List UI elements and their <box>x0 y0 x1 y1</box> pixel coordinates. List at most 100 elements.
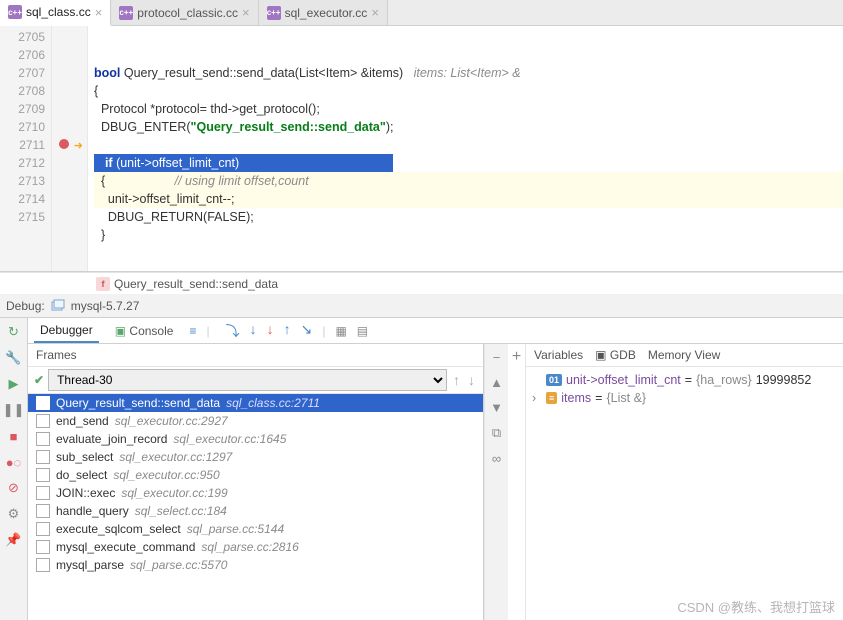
stack-frame[interactable]: mysql_parse sql_parse.cc:5570 <box>28 556 483 574</box>
frame-location: sql_executor.cc:2927 <box>115 414 228 428</box>
frame-name: mysql_parse <box>56 558 124 572</box>
breakpoint-marker[interactable]: 2711 <box>0 136 51 154</box>
stack-frame[interactable]: do_select sql_executor.cc:950 <box>28 466 483 484</box>
cpp-icon: c++ <box>267 6 281 20</box>
tab-label: sql_class.cc <box>26 5 91 19</box>
debug-label: Debug: <box>6 299 45 313</box>
frames-panel: Frames ✔ Thread-30 ↑ ↓ Query_result_send… <box>28 344 484 620</box>
run-config-icon <box>51 299 65 313</box>
code-editor[interactable]: 2705 2706 2707 2708 2709 2710 2711 2712 … <box>0 26 843 272</box>
code-area[interactable]: bool Query_result_send::send_data(List<I… <box>88 26 843 271</box>
stack-frame[interactable]: JOIN::exec sql_executor.cc:199 <box>28 484 483 502</box>
force-step-into-icon[interactable]: ↓ <box>267 321 274 341</box>
mute-bp-icon[interactable]: ⊘ <box>6 480 22 496</box>
variables-list[interactable]: 01 unit->offset_limit_cnt = {ha_rows} 19… <box>526 367 843 620</box>
frame-icon <box>36 396 50 410</box>
settings-icon[interactable]: ⚙ <box>6 506 22 522</box>
frame-location: sql_class.cc:2711 <box>226 396 320 410</box>
cpp-icon: c++ <box>8 5 22 19</box>
frame-name: handle_query <box>56 504 129 518</box>
close-icon[interactable]: × <box>371 5 379 20</box>
frame-icon <box>36 450 50 464</box>
step-into-icon[interactable]: ↓ <box>250 321 257 341</box>
frame-location: sql_executor.cc:199 <box>121 486 227 500</box>
stack-frame[interactable]: evaluate_join_record sql_executor.cc:164… <box>28 430 483 448</box>
frames-side-toolbar: − ▲ ▼ ⧉ ∞ <box>484 344 508 620</box>
tab-sql-class[interactable]: c++ sql_class.cc × <box>0 0 111 26</box>
function-icon: f <box>96 277 110 291</box>
variable-eq: = <box>685 373 692 387</box>
line-gutter: 2705 2706 2707 2708 2709 2710 2711 2712 … <box>0 26 52 271</box>
close-icon[interactable]: × <box>242 5 250 20</box>
tab-gdb[interactable]: ▣ GDB <box>595 348 636 362</box>
breakpoints-icon[interactable]: ●◌ <box>6 454 22 470</box>
variables-panel: Variables ▣ GDB Memory View 01 unit->off… <box>526 344 843 620</box>
stack-frame[interactable]: mysql_execute_command sql_parse.cc:2816 <box>28 538 483 556</box>
tab-memory-view[interactable]: Memory View <box>648 348 720 362</box>
tab-protocol-classic[interactable]: c++ protocol_classic.cc × <box>111 0 258 25</box>
frame-location: sql_executor.cc:1297 <box>119 450 232 464</box>
step-controls: ⤵ ↓ ↓ ↑ ↘ <box>226 321 313 341</box>
frame-icon <box>36 414 50 428</box>
stack-frame[interactable]: execute_sqlcom_select sql_parse.cc:5144 <box>28 520 483 538</box>
variable-name: unit->offset_limit_cnt <box>566 373 681 387</box>
expand-icon[interactable]: › <box>532 391 542 405</box>
frame-location: sql_parse.cc:2816 <box>201 540 298 554</box>
resume-icon[interactable]: ▶ <box>6 376 22 392</box>
frame-location: sql_executor.cc:1645 <box>173 432 286 446</box>
tab-label: sql_executor.cc <box>285 6 368 20</box>
stop-icon[interactable]: ■ <box>6 428 22 444</box>
frame-name: JOIN::exec <box>56 486 115 500</box>
frame-down-icon[interactable]: ↓ <box>466 372 477 388</box>
variable-type: {ha_rows} <box>696 373 752 387</box>
evaluate-icon[interactable]: ▦ <box>335 324 346 338</box>
up-icon[interactable]: ▲ <box>490 375 503 390</box>
stack-frame[interactable]: end_send sql_executor.cc:2927 <box>28 412 483 430</box>
frame-name: do_select <box>56 468 107 482</box>
frame-name: mysql_execute_command <box>56 540 195 554</box>
threads-icon[interactable]: ≡ <box>189 324 196 338</box>
close-icon[interactable]: × <box>95 5 103 20</box>
pin-icon[interactable]: 📌 <box>6 532 22 548</box>
frame-name: Query_result_send::send_data <box>56 396 220 410</box>
stack-frame[interactable]: sub_select sql_executor.cc:1297 <box>28 448 483 466</box>
thread-selector[interactable]: Thread-30 <box>48 369 447 391</box>
frame-icon <box>36 504 50 518</box>
glasses-icon[interactable]: ∞ <box>492 451 501 466</box>
add-watch-icon[interactable]: + <box>508 344 526 620</box>
copy-icon[interactable]: ⧉ <box>492 425 501 441</box>
frame-icon <box>36 486 50 500</box>
frame-location: sql_select.cc:184 <box>135 504 227 518</box>
frame-up-icon[interactable]: ↑ <box>451 372 462 388</box>
frame-location: sql_executor.cc:950 <box>113 468 219 482</box>
variable-row[interactable]: ›≡ items = {List &} <box>532 389 837 407</box>
tab-sql-executor[interactable]: c++ sql_executor.cc × <box>259 0 388 25</box>
thread-selector-row: ✔ Thread-30 ↑ ↓ <box>28 367 483 394</box>
tab-variables[interactable]: Variables <box>534 348 583 362</box>
frame-icon <box>36 558 50 572</box>
frame-list[interactable]: Query_result_send::send_data sql_class.c… <box>28 394 483 620</box>
stack-frame[interactable]: handle_query sql_select.cc:184 <box>28 502 483 520</box>
debug-toolbar: ↻ 🔧 ▶ ❚❚ ■ ●◌ ⊘ ⚙ 📌 <box>0 318 28 620</box>
wrench-icon[interactable]: 🔧 <box>6 350 22 366</box>
pause-icon[interactable]: ❚❚ <box>6 402 22 418</box>
variable-row[interactable]: 01 unit->offset_limit_cnt = {ha_rows} 19… <box>532 371 837 389</box>
step-over-icon[interactable]: ⤵ <box>226 321 240 341</box>
down-icon[interactable]: ▼ <box>490 400 503 415</box>
frame-name: end_send <box>56 414 109 428</box>
tab-console[interactable]: ▣ Console <box>109 320 180 342</box>
layout-icon[interactable]: ▤ <box>357 324 368 338</box>
debug-config[interactable]: mysql-5.7.27 <box>71 299 140 313</box>
step-out-icon[interactable]: ↑ <box>284 321 291 341</box>
minus-icon[interactable]: − <box>493 350 501 365</box>
tab-debugger[interactable]: Debugger <box>34 319 99 343</box>
frame-icon <box>36 522 50 536</box>
run-to-cursor-icon[interactable]: ↘ <box>301 321 313 341</box>
frame-name: sub_select <box>56 450 113 464</box>
frames-title: Frames <box>28 344 483 367</box>
breadcrumb[interactable]: f Query_result_send::send_data <box>0 272 843 294</box>
frame-icon <box>36 468 50 482</box>
rerun-icon[interactable]: ↻ <box>6 324 22 340</box>
console-icon: ▣ <box>115 324 126 338</box>
stack-frame[interactable]: Query_result_send::send_data sql_class.c… <box>28 394 483 412</box>
